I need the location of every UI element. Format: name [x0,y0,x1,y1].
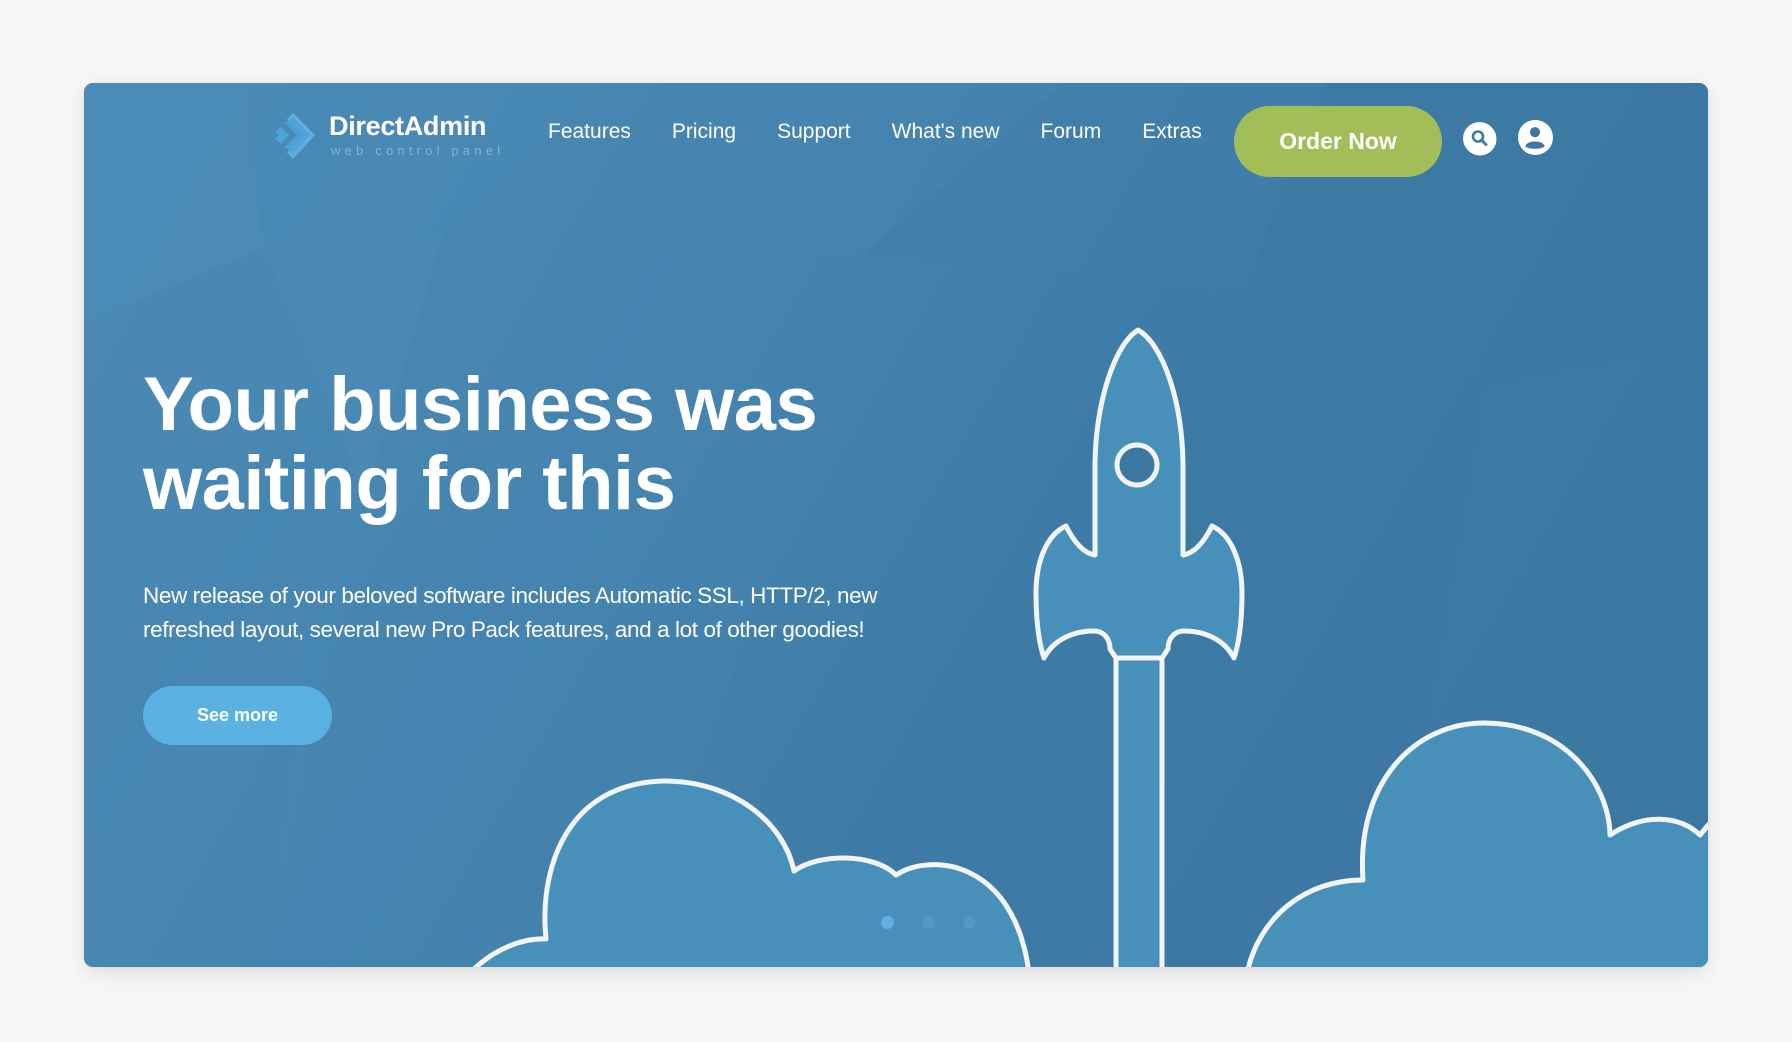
see-more-button[interactable]: See more [143,686,332,745]
carousel-dot-3[interactable] [963,916,976,929]
hero-description: New release of your beloved software inc… [143,579,923,647]
hero-title: Your business was waiting for this [143,365,903,523]
search-button[interactable] [1463,122,1497,156]
carousel-dot-1[interactable] [881,916,894,929]
logo-chevrons-icon [275,113,315,159]
carousel-pagination [881,916,976,929]
nav-item-pricing[interactable]: Pricing [672,120,736,144]
search-icon [1463,122,1497,156]
nav-item-support[interactable]: Support [777,120,851,144]
order-now-button[interactable]: Order Now [1234,106,1442,177]
account-button[interactable] [1518,120,1553,155]
user-circle-icon [1518,120,1552,154]
main-nav: Features Pricing Support What's new Foru… [548,120,1243,144]
nav-item-features[interactable]: Features [548,120,631,144]
carousel-dot-2[interactable] [922,916,935,929]
logo-tagline: web control panel [331,143,505,158]
hero-description-line-1: New release of your beloved software inc… [143,583,878,608]
nav-item-forum[interactable]: Forum [1041,120,1102,144]
hero-title-line-2: waiting for this [143,441,676,526]
hero-title-line-1: Your business was [143,362,818,447]
hero-description-line-2: refreshed layout, several new Pro Pack f… [143,617,865,642]
logo-title: DirectAdmin [329,111,487,141]
nav-item-whats-new[interactable]: What's new [892,120,1000,144]
nav-item-extras[interactable]: Extras [1142,120,1202,144]
hero-banner: DirectAdmin web control panel Features P… [84,83,1708,967]
logo[interactable]: DirectAdmin web control panel [275,109,505,165]
